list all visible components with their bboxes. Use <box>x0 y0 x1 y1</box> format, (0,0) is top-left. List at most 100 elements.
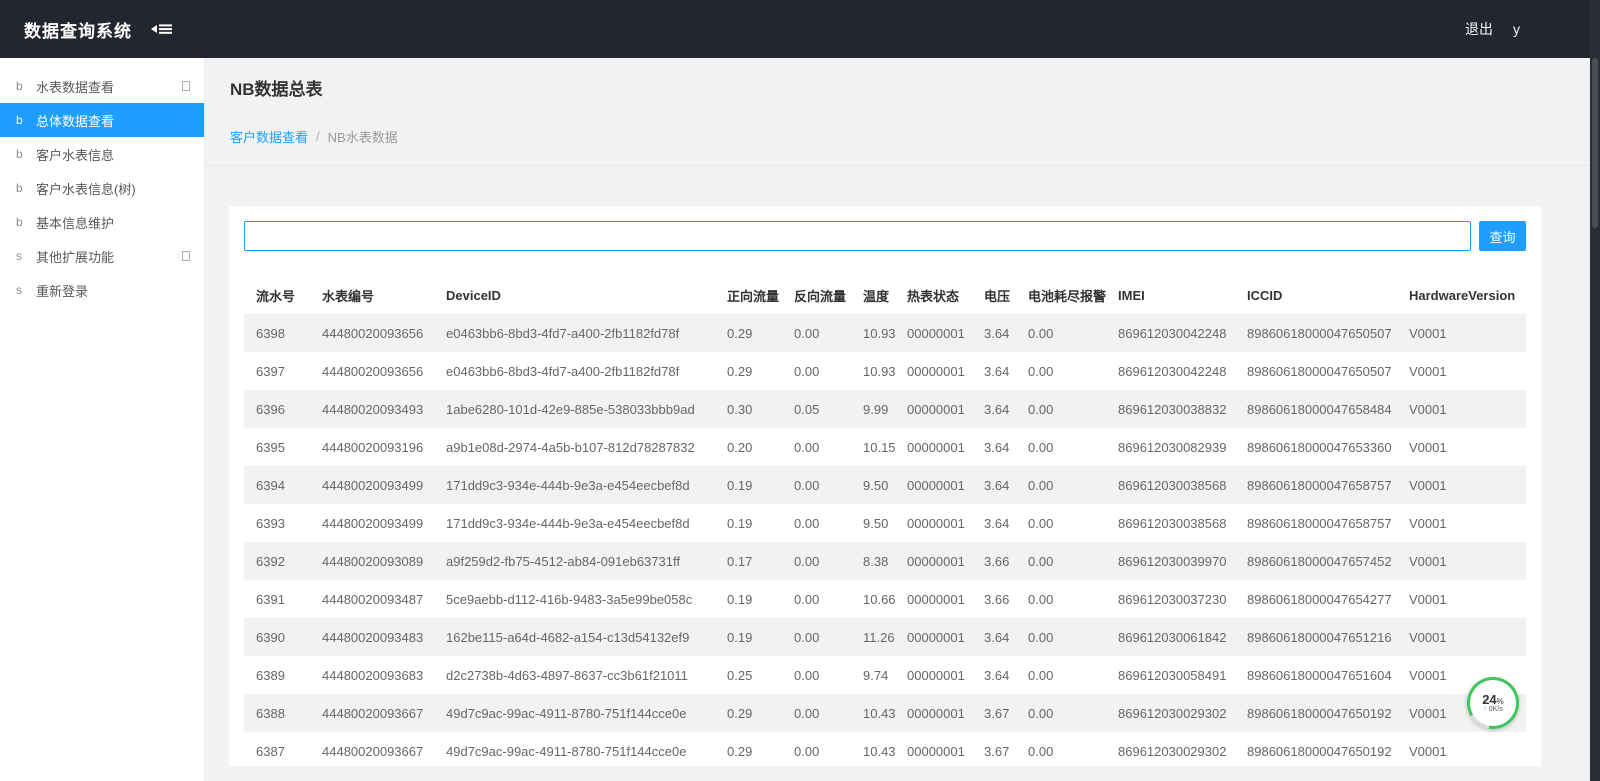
sidebar-item[interactable]: b基本信息维护 <box>0 205 204 239</box>
table-cell: 0.00 <box>1016 694 1106 732</box>
search-input[interactable] <box>244 221 1471 251</box>
table-row: 639344480020093499171dd9c3-934e-444b-9e3… <box>244 504 1526 542</box>
sidebar-item[interactable]: b水表数据查看 <box>0 69 204 103</box>
sidebar-item[interactable]: s其他扩展功能 <box>0 239 204 273</box>
table-cell: 0.19 <box>715 580 782 618</box>
table-cell: V0001 <box>1397 580 1526 618</box>
table-cell: 0.00 <box>1016 580 1106 618</box>
sidebar-menu: b水表数据查看b总体数据查看b客户水表信息b客户水表信息(树)b基本信息维护s其… <box>0 69 204 307</box>
table-cell: 00000001 <box>895 352 972 390</box>
table-cell: 0.29 <box>715 694 782 732</box>
sidebar-item[interactable]: s重新登录 <box>0 273 204 307</box>
breadcrumb-separator: / <box>316 129 320 144</box>
table-cell: 6395 <box>244 428 310 466</box>
table-cell: 89860618000047650192 <box>1235 694 1397 732</box>
column-header: 温度 <box>851 276 895 314</box>
table-cell: 3.67 <box>972 732 1016 770</box>
table-cell: 0.19 <box>715 618 782 656</box>
network-speed-widget[interactable]: 24% ↑ 0K/s <box>1467 677 1519 729</box>
table-cell: 00000001 <box>895 580 972 618</box>
table-row-partial <box>244 770 1526 781</box>
table-cell: 89860618000047654277 <box>1235 580 1397 618</box>
menu-item-label: 客户水表信息 <box>36 145 190 164</box>
table-cell: 0.19 <box>715 466 782 504</box>
table-cell: 0.00 <box>1016 618 1106 656</box>
sidebar: b水表数据查看b总体数据查看b客户水表信息b客户水表信息(树)b基本信息维护s其… <box>0 58 205 781</box>
table-row: 638944480020093683d2c2738b-4d63-4897-863… <box>244 656 1526 694</box>
column-header: IMEI <box>1106 276 1235 314</box>
menu-item-label: 总体数据查看 <box>36 111 190 130</box>
table-cell: 10.93 <box>851 314 895 352</box>
table-cell: 44480020093089 <box>310 542 434 580</box>
table-cell: 8.38 <box>851 542 895 580</box>
menu-item-label: 基本信息维护 <box>36 213 190 232</box>
table-cell: 3.64 <box>972 618 1016 656</box>
table-cell: e0463bb6-8bd3-4fd7-a400-2fb1182fd78f <box>434 314 715 352</box>
collapse-sidebar-icon[interactable] <box>150 21 174 37</box>
table-cell: 0.00 <box>1016 352 1106 390</box>
column-header: 热表状态 <box>895 276 972 314</box>
table-cell: V0001 <box>1397 428 1526 466</box>
table-cell: V0001 <box>1397 390 1526 428</box>
table-cell: 6393 <box>244 504 310 542</box>
table-row: 639744480020093656e0463bb6-8bd3-4fd7-a40… <box>244 352 1526 390</box>
table-cell: 3.64 <box>972 352 1016 390</box>
breadcrumb-parent-link[interactable]: 客户数据查看 <box>230 127 308 146</box>
menu-item-icon: b <box>16 79 36 93</box>
table-cell: 0.00 <box>1016 504 1106 542</box>
table-cell: 869612030061842 <box>1106 618 1235 656</box>
logout-link[interactable]: 退出 <box>1465 19 1493 39</box>
menu-item-icon: b <box>16 147 36 161</box>
user-menu[interactable]: y <box>1513 21 1520 37</box>
window-scrollbar[interactable] <box>1590 0 1600 781</box>
column-header: 水表编号 <box>310 276 434 314</box>
table-cell: 869612030029302 <box>1106 732 1235 770</box>
table-cell: 3.66 <box>972 580 1016 618</box>
table-cell: 6394 <box>244 466 310 504</box>
sidebar-item[interactable]: b客户水表信息 <box>0 137 204 171</box>
table-cell: 0.00 <box>782 580 851 618</box>
table-cell: V0001 <box>1397 504 1526 542</box>
table-cell: 89860618000047651216 <box>1235 618 1397 656</box>
scrollbar-thumb[interactable] <box>1592 58 1598 228</box>
table-cell: 10.43 <box>851 732 895 770</box>
top-bar: 数据查询系统 退出 y <box>0 0 1600 58</box>
table-cell: 869612030038568 <box>1106 466 1235 504</box>
table-cell: 0.00 <box>782 466 851 504</box>
table-cell: 6392 <box>244 542 310 580</box>
table-cell: 869612030058491 <box>1106 656 1235 694</box>
table-cell: 00000001 <box>895 314 972 352</box>
table-cell: 89860618000047658484 <box>1235 390 1397 428</box>
column-header: 反向流量 <box>782 276 851 314</box>
table-row: 639544480020093196a9b1e08d-2974-4a5b-b10… <box>244 428 1526 466</box>
table-cell: 89860618000047650192 <box>1235 732 1397 770</box>
table-cell: 0.00 <box>782 314 851 352</box>
table-cell: 00000001 <box>895 694 972 732</box>
table-cell: 89860618000047657452 <box>1235 542 1397 580</box>
column-header: 流水号 <box>244 276 310 314</box>
table-cell: 00000001 <box>895 618 972 656</box>
table-cell: 0.00 <box>782 504 851 542</box>
table-cell: 869612030082939 <box>1106 428 1235 466</box>
table-cell: 00000001 <box>895 390 972 428</box>
expand-icon <box>182 81 190 91</box>
table-cell: 1abe6280-101d-42e9-885e-538033bbb9ad <box>434 390 715 428</box>
sidebar-item[interactable]: b总体数据查看 <box>0 103 204 137</box>
table-cell: 0.00 <box>1016 466 1106 504</box>
table-cell: 44480020093483 <box>310 618 434 656</box>
sidebar-item[interactable]: b客户水表信息(树) <box>0 171 204 205</box>
column-header: 电池耗尽报警 <box>1016 276 1106 314</box>
search-button[interactable]: 查询 <box>1479 221 1526 251</box>
table-cell: 0.29 <box>715 352 782 390</box>
table-cell: 869612030042248 <box>1106 352 1235 390</box>
table-cell: 44480020093656 <box>310 314 434 352</box>
main-content: NB数据总表 客户数据查看 / NB水表数据 查询 流水号水表编号DeviceI… <box>205 58 1590 781</box>
table-cell: 44480020093196 <box>310 428 434 466</box>
table-row: 639244480020093089a9f259d2-fb75-4512-ab8… <box>244 542 1526 580</box>
table-cell: 3.64 <box>972 390 1016 428</box>
table-cell: 869612030038568 <box>1106 504 1235 542</box>
table-cell: 171dd9c3-934e-444b-9e3a-e454eecbef8d <box>434 504 715 542</box>
menu-item-label: 重新登录 <box>36 281 190 300</box>
table-cell: 0.25 <box>715 656 782 694</box>
table-cell: 0.00 <box>1016 428 1106 466</box>
